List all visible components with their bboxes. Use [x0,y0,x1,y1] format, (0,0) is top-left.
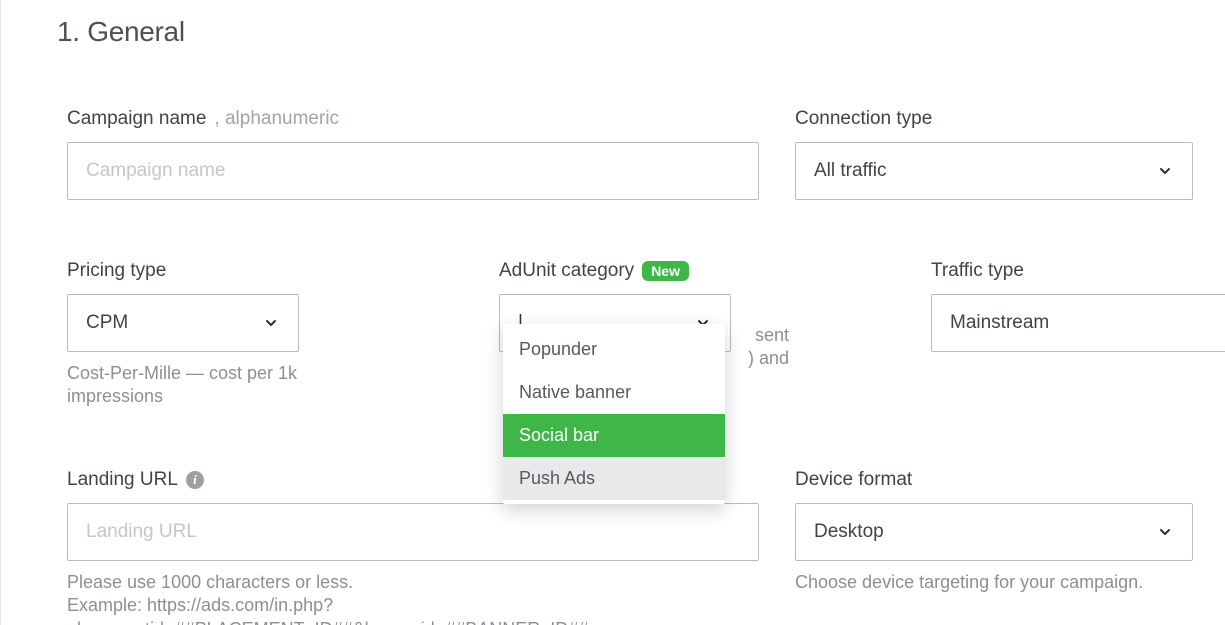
landing-url-input[interactable] [67,503,759,561]
adunit-option-native-banner[interactable]: Native banner [503,371,725,414]
chevron-down-icon [1156,523,1174,541]
traffic-type-value: Mainstream [950,312,1225,334]
connection-type-value: All traffic [814,160,1156,182]
pricing-type-label: Pricing type [67,260,299,282]
campaign-name-hint: , alphanumeric [214,108,339,130]
campaign-name-label: Campaign name , alphanumeric [67,108,759,130]
traffic-type-select[interactable]: Mainstream [931,294,1225,352]
connection-type-field: Connection type All traffic [795,108,1193,200]
campaign-name-input[interactable] [67,142,759,200]
landing-url-label-text: Landing URL [67,469,178,491]
campaign-name-label-text: Campaign name [67,108,206,130]
pricing-type-value: CPM [86,312,262,334]
campaign-name-field: Campaign name , alphanumeric [67,108,759,200]
connection-type-label: Connection type [795,108,1193,130]
chevron-down-icon [262,314,280,332]
info-icon[interactable]: i [186,471,204,489]
device-format-help: Choose device targeting for your campaig… [795,571,1193,594]
pricing-type-select[interactable]: CPM [67,294,299,352]
adunit-dropdown: Popunder Native banner Social bar Push A… [503,324,725,504]
traffic-type-field: Traffic type Mainstream [931,260,1225,409]
landing-url-help: Please use 1000 characters or less. Exam… [67,571,759,625]
adunit-option-popunder[interactable]: Popunder [503,328,725,371]
device-format-label: Device format [795,469,1193,491]
adunit-option-push-ads[interactable]: Push Ads [503,457,725,500]
device-format-field: Device format Desktop Choose device targ… [795,469,1193,625]
device-format-select[interactable]: Desktop [795,503,1193,561]
adunit-label-text: AdUnit category [499,260,634,282]
pricing-type-help: Cost-Per-Mille — cost per 1k impressions [67,362,299,409]
chevron-down-icon [1156,162,1174,180]
device-format-value: Desktop [814,521,1156,543]
new-badge: New [642,261,689,281]
section-title: 1. General [31,0,1225,48]
adunit-label: AdUnit category New [499,260,731,282]
connection-type-select[interactable]: All traffic [795,142,1193,200]
traffic-type-label: Traffic type [931,260,1225,282]
pricing-type-field: Pricing type CPM Cost-Per-Mille — cost p… [67,260,299,409]
adunit-option-social-bar[interactable]: Social bar [503,414,725,457]
adunit-field: AdUnit category New | sent ) and Popunde… [499,260,731,409]
